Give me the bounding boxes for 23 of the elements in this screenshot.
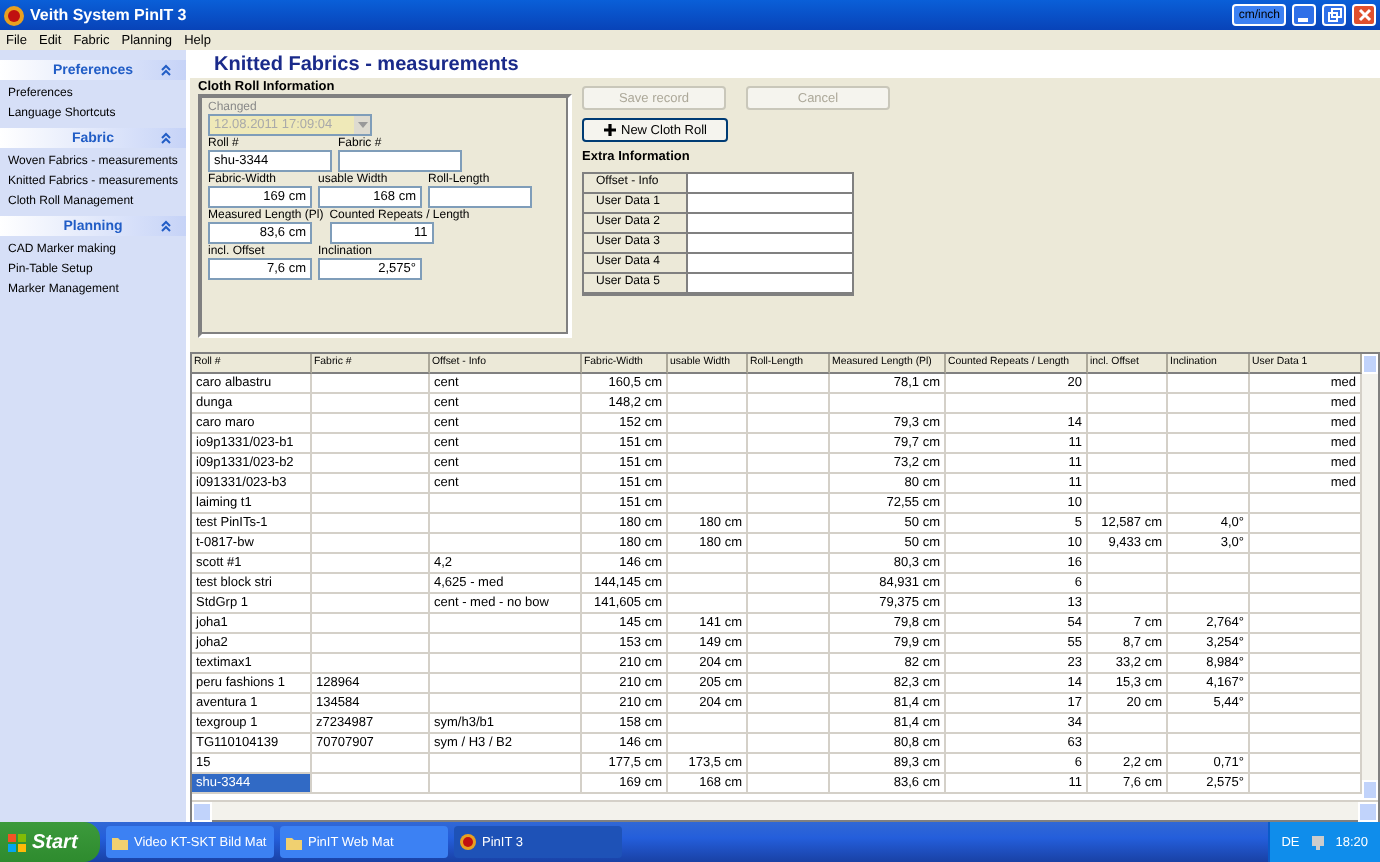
horizontal-scrollbar[interactable]	[192, 800, 1378, 820]
start-button[interactable]: Start	[0, 822, 100, 862]
dropdown-arrow-icon	[357, 122, 367, 128]
plus-icon	[603, 124, 615, 136]
chevron-icon[interactable]	[160, 220, 172, 232]
input-field[interactable]	[338, 150, 462, 172]
vertical-scrollbar[interactable]	[1362, 354, 1378, 800]
page-title: Knitted Fabrics - measurements	[214, 53, 519, 75]
folder-icon	[286, 835, 302, 849]
network-icon[interactable]	[1309, 834, 1326, 850]
chevron-icon[interactable]	[160, 64, 172, 76]
close-button[interactable]	[1352, 4, 1376, 26]
minimize-button[interactable]	[1292, 4, 1316, 26]
chevron-icon[interactable]	[160, 132, 172, 144]
close-icon	[1357, 8, 1371, 22]
window-title: Veith System PinIT 3	[30, 6, 189, 24]
windows-logo-icon	[8, 833, 26, 851]
app-logo-icon	[4, 5, 24, 25]
app-logo-icon	[460, 834, 476, 850]
input-field[interactable]	[428, 186, 532, 208]
restore-icon	[1327, 8, 1341, 22]
folder-icon	[112, 835, 128, 849]
restore-button[interactable]	[1322, 4, 1346, 26]
